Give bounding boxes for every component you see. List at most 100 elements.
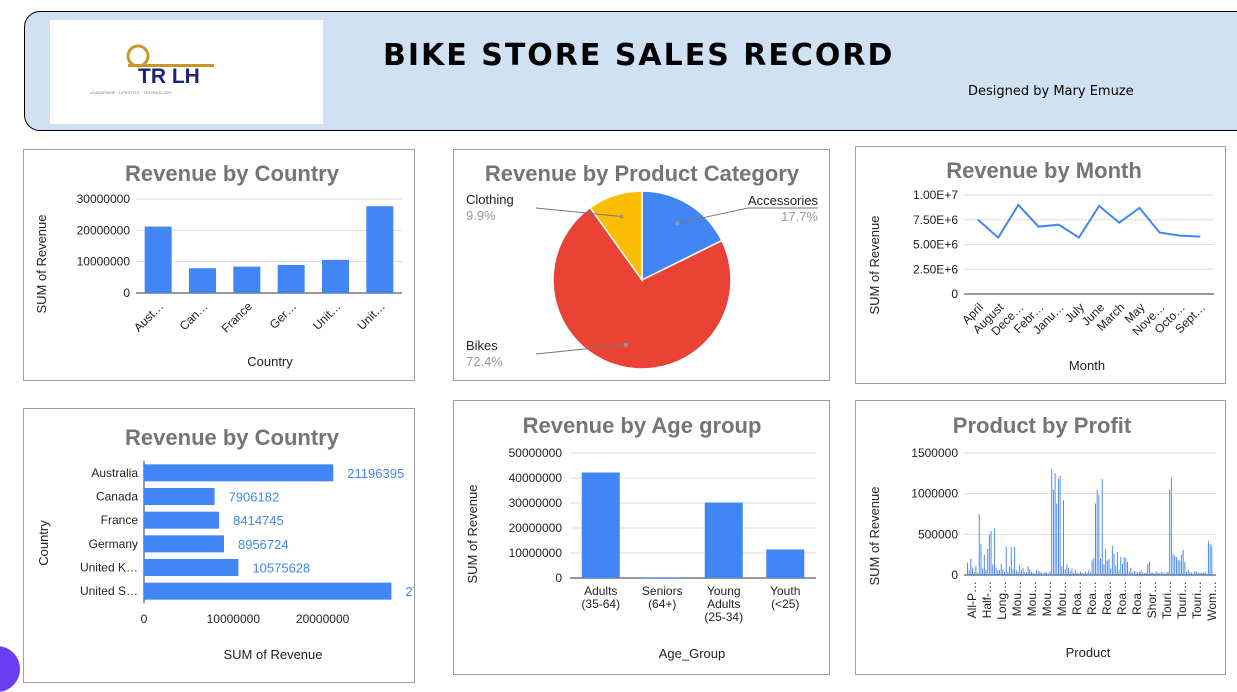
bar	[1202, 572, 1204, 575]
y-tick-label: 2.50E+6	[913, 262, 958, 276]
bar	[1083, 573, 1085, 575]
bar	[643, 577, 682, 579]
x-axis-label: Product	[1066, 645, 1111, 660]
y-axis-label: SUM of Revenue	[867, 487, 882, 586]
bar	[1047, 573, 1049, 575]
y-tick-label: 7.50E+6	[913, 213, 958, 227]
card-revenue-by-country: Revenue by Country SUM of Revenue Countr…	[23, 149, 415, 381]
logo-tagline: LEADERSHIP · LIFESTYLE · TECHNOLOGY	[90, 90, 172, 95]
bar	[144, 559, 239, 576]
y-tick-label: 1000000	[911, 487, 958, 501]
bar	[1118, 570, 1120, 575]
bar	[1024, 571, 1026, 575]
bar	[1073, 572, 1075, 575]
bar	[144, 488, 215, 505]
bar	[1000, 563, 1002, 575]
bar	[1076, 572, 1078, 575]
pie-pct-clothing: 9.9%	[466, 208, 496, 223]
x-axis-label: Age_Group	[659, 646, 726, 661]
bar	[1147, 563, 1149, 575]
x-tick-label: Mou…	[1040, 581, 1054, 616]
bar	[1160, 571, 1162, 575]
bar	[1130, 567, 1132, 575]
x-tick-label: Roa…	[1115, 581, 1129, 615]
y-tick-label: 40000000	[509, 471, 563, 485]
bar	[1032, 572, 1034, 575]
card-revenue-by-age: Revenue by Age group SUM of Revenue Age_…	[453, 400, 830, 675]
y-tick-label: 1500000	[911, 446, 958, 460]
bar	[1192, 573, 1194, 575]
bar	[1056, 503, 1058, 575]
bar	[1164, 573, 1166, 575]
data-point	[1159, 232, 1161, 234]
leader-dot	[619, 214, 624, 219]
bar	[1174, 555, 1176, 575]
bar	[977, 572, 979, 575]
bar	[1132, 572, 1134, 575]
bar	[1184, 561, 1186, 575]
data-point	[1038, 226, 1040, 228]
bar	[1095, 503, 1096, 575]
bar	[1015, 570, 1017, 575]
bar	[1116, 552, 1118, 575]
data-point	[1179, 235, 1181, 237]
bar	[999, 570, 1000, 575]
bar	[1113, 553, 1115, 575]
bar	[1179, 560, 1181, 575]
bar	[1207, 540, 1209, 575]
y-tick-label: 0	[951, 568, 958, 582]
card-product-by-profit: Product by Profit SUM of Revenue Product…	[855, 400, 1226, 675]
bar	[581, 472, 620, 578]
bar	[1009, 566, 1011, 575]
x-tick-label: Touri…	[1175, 581, 1189, 619]
bar	[1002, 569, 1004, 575]
bar	[1010, 547, 1012, 575]
logo-text: TR LH	[138, 65, 200, 88]
chart-title: Revenue by Product Category	[485, 161, 800, 186]
bar	[1019, 565, 1021, 575]
x-tick-label: Roa…	[1130, 581, 1144, 615]
bar	[1155, 571, 1157, 575]
bar	[144, 582, 392, 600]
bar	[1022, 567, 1024, 575]
bar	[1191, 572, 1193, 575]
bar	[1169, 489, 1171, 575]
x-tick-label: Roa…	[1070, 581, 1084, 615]
bar	[1012, 569, 1014, 575]
chart-title: Revenue by Country	[125, 425, 340, 450]
y-tick-label: United K…	[80, 561, 138, 575]
x-tick-label: Touri…	[1160, 581, 1174, 619]
bar	[1039, 571, 1041, 575]
y-tick-label: United S…	[80, 584, 138, 598]
bar	[978, 514, 980, 575]
bar	[967, 562, 968, 575]
bar	[1157, 572, 1159, 575]
x-tick-label: Half-…	[980, 581, 994, 618]
y-tick-label: 20000000	[77, 223, 131, 237]
bar	[1142, 572, 1144, 575]
bar	[1063, 500, 1064, 575]
chart-revenue-by-country-horizontal: Revenue by Country Country SUM of Revenu…	[36, 425, 414, 662]
bar	[1037, 570, 1039, 575]
bar	[1059, 475, 1061, 575]
chart-title: Product by Profit	[953, 413, 1132, 438]
x-tick-label: France	[219, 299, 256, 336]
bar	[1049, 570, 1051, 575]
y-tick-label: 10000000	[509, 546, 563, 560]
x-tick-label: Ger…	[267, 299, 300, 332]
x-tick-label: Youth	[770, 584, 800, 598]
bar	[1138, 571, 1140, 575]
bar	[982, 568, 984, 575]
data-point	[1078, 237, 1080, 239]
card-revenue-by-category: Revenue by Product Category Accessories …	[453, 149, 830, 381]
bar	[1068, 567, 1070, 575]
bar	[1167, 571, 1169, 575]
floating-action-button[interactable]	[0, 646, 20, 692]
y-axis-label: SUM of Revenue	[465, 485, 480, 584]
pie-pct-accessories: 17.7%	[781, 209, 818, 224]
bar	[1189, 572, 1191, 575]
x-tick-label: Roa…	[1100, 581, 1114, 615]
x-tick-label: 0	[141, 612, 148, 626]
bar	[1165, 572, 1167, 575]
x-tick-label: Adults	[707, 597, 740, 611]
